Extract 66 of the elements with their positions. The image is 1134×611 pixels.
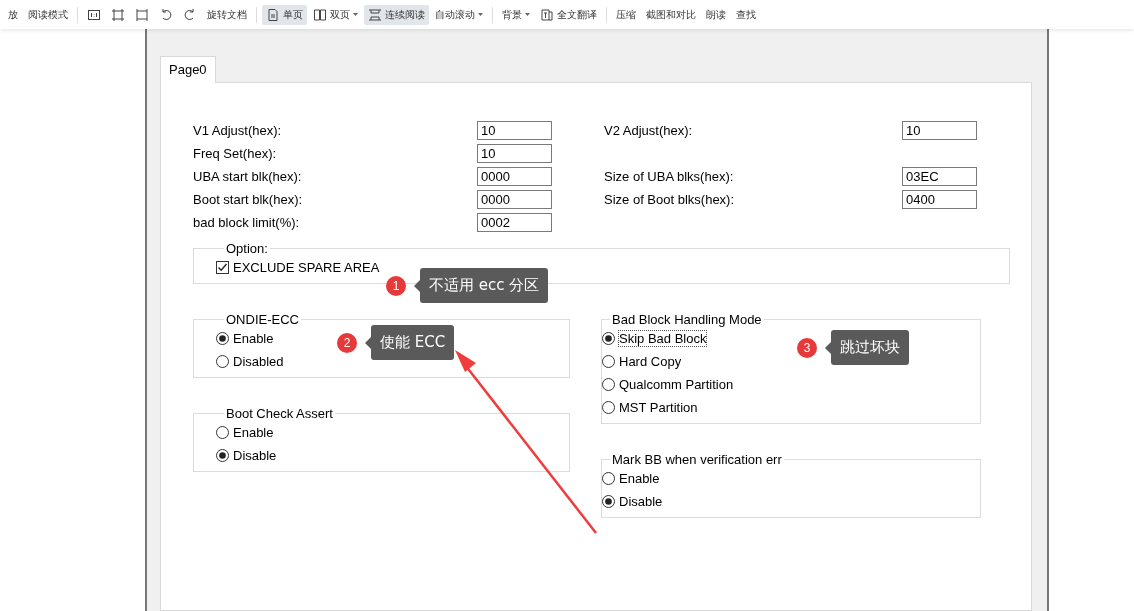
toolbar-button[interactable]: 自动滚动: [431, 4, 487, 25]
radio-label[interactable]: Enable: [618, 470, 661, 487]
toolbar-button[interactable]: 旋转文档: [203, 4, 251, 25]
field-label: UBA start blk(hex):: [193, 168, 303, 186]
actual-size-icon[interactable]: [87, 7, 101, 22]
toolbar-button[interactable]: 放: [4, 4, 22, 25]
rotate-right-icon[interactable]: [183, 7, 197, 22]
input-field[interactable]: 10: [902, 121, 977, 140]
input-field[interactable]: 0000: [477, 190, 552, 209]
radio-button[interactable]: [602, 472, 615, 485]
input-field[interactable]: 03EC: [902, 167, 977, 186]
radio-button[interactable]: [602, 332, 615, 345]
continuous-icon: [368, 7, 382, 22]
field-label: Size of UBA blks(hex):: [604, 168, 735, 186]
toolbar-button[interactable]: 单页: [262, 4, 307, 25]
toolbar-button[interactable]: 截图和对比: [642, 4, 700, 25]
toolbar-button[interactable]: 朗读: [702, 4, 730, 25]
translate-icon: [540, 7, 554, 22]
input-field[interactable]: 10: [477, 144, 552, 163]
radio-label[interactable]: Disabled: [232, 353, 285, 370]
input-field[interactable]: 0400: [902, 190, 977, 209]
checkbox-label[interactable]: EXCLUDE SPARE AREA: [232, 259, 381, 276]
toolbar-button[interactable]: 背景: [498, 4, 534, 25]
field-label: Size of Boot blks(hex):: [604, 191, 736, 209]
radio-label[interactable]: Disable: [232, 447, 278, 464]
group-title: ONDIE-ECC: [225, 312, 300, 327]
field-label: bad block limit(%):: [193, 214, 301, 232]
field-label: V2 Adjust(hex):: [604, 122, 694, 140]
group-title: Mark BB when verification err: [611, 452, 783, 467]
page-icon: [266, 7, 280, 22]
tab[interactable]: Page0: [160, 56, 216, 83]
field-label: V1 Adjust(hex):: [193, 122, 283, 140]
radio-label[interactable]: Enable: [232, 424, 275, 441]
toolbar-button[interactable]: 双页: [309, 4, 362, 25]
field-label: Freq Set(hex):: [193, 145, 278, 163]
group-title: Boot Check Assert: [225, 406, 334, 421]
two-page-icon: [313, 7, 327, 22]
toolbar-button[interactable]: 全文翻译: [536, 4, 601, 25]
radio-button[interactable]: [216, 449, 229, 462]
radio-label[interactable]: Qualcomm Partition: [618, 376, 735, 393]
radio-button[interactable]: [602, 355, 615, 368]
radio-label[interactable]: Enable: [232, 330, 275, 347]
radio-label[interactable]: Disable: [618, 493, 664, 510]
rotate-left-icon[interactable]: [159, 7, 173, 22]
input-field[interactable]: 10: [477, 121, 552, 140]
radio-button[interactable]: [216, 355, 229, 368]
fit-width-icon[interactable]: [135, 7, 149, 22]
radio-button[interactable]: [216, 426, 229, 439]
input-field[interactable]: 0002: [477, 213, 552, 232]
group-title: Option:: [225, 241, 269, 256]
field-label: Boot start blk(hex):: [193, 191, 304, 209]
radio-label[interactable]: Hard Copy: [618, 353, 683, 370]
toolbar-button[interactable]: 连续阅读: [364, 4, 429, 25]
fit-page-icon[interactable]: [111, 7, 125, 22]
radio-button[interactable]: [216, 332, 229, 345]
group-title: Bad Block Handling Mode: [611, 312, 763, 327]
radio-label[interactable]: Skip Bad Block: [618, 330, 708, 347]
checkbox[interactable]: [216, 261, 229, 274]
radio-button[interactable]: [602, 495, 615, 508]
radio-button[interactable]: [602, 401, 615, 414]
radio-label[interactable]: MST Partition: [618, 399, 699, 416]
input-field[interactable]: 0000: [477, 167, 552, 186]
toolbar-button[interactable]: 阅读模式: [24, 4, 72, 25]
toolbar-button[interactable]: 压缩: [612, 4, 640, 25]
radio-button[interactable]: [602, 378, 615, 391]
toolbar-button[interactable]: 查找: [732, 4, 760, 25]
